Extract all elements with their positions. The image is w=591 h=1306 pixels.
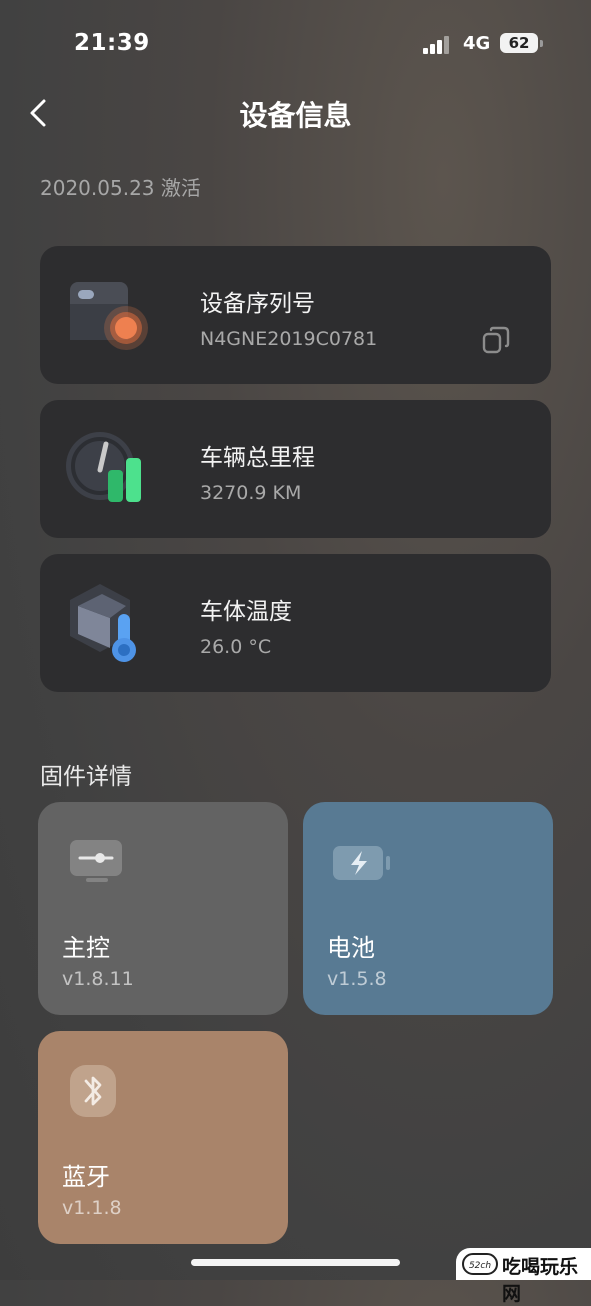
firmware-card-battery[interactable]: 电池 v1.5.8 (303, 802, 553, 1015)
watermark-text: 吃喝玩乐网 (502, 1256, 579, 1305)
temperature-value: 26.0 °C (200, 636, 272, 658)
mileage-value: 3270.9 KM (200, 482, 302, 504)
battery-tip-icon (540, 40, 543, 47)
home-indicator[interactable] (191, 1259, 400, 1266)
mileage-label: 车辆总里程 (200, 445, 315, 471)
status-bar: 21:39 4G 62 (0, 0, 591, 88)
copy-button[interactable] (480, 324, 512, 356)
network-type: 4G (463, 33, 491, 54)
firmware-name: 电池 (327, 934, 375, 962)
activation-date: 2020.05.23 激活 (40, 176, 201, 200)
firmware-version: v1.1.8 (62, 1197, 122, 1219)
thermometer-icon (70, 584, 136, 662)
watermark-badge: 52ch (462, 1253, 498, 1275)
serial-number-value: N4GNE2019C0781 (200, 328, 378, 350)
temperature-label: 车体温度 (200, 599, 292, 625)
page-title: 设备信息 (239, 99, 352, 132)
navigation-bar: 设备信息 (0, 80, 591, 146)
firmware-card-controller[interactable]: 主控 v1.8.11 (38, 802, 288, 1015)
watermark-logo: 52ch 吃喝玩乐网 (456, 1248, 591, 1305)
serial-number-label: 设备序列号 (200, 291, 315, 317)
firmware-name: 主控 (62, 934, 110, 962)
firmware-section-title: 固件详情 (40, 764, 132, 790)
serial-number-card: 设备序列号 N4GNE2019C0781 (40, 246, 551, 384)
copy-icon (482, 326, 510, 354)
firmware-version: v1.8.11 (62, 968, 134, 990)
device-icon (70, 282, 148, 350)
controller-icon (70, 840, 122, 882)
mileage-card: 车辆总里程 3270.9 KM (40, 400, 551, 538)
bluetooth-icon (70, 1065, 116, 1117)
status-time: 21:39 (74, 30, 150, 56)
odometer-icon (66, 432, 141, 502)
firmware-name: 蓝牙 (62, 1163, 110, 1191)
firmware-version: v1.5.8 (327, 968, 387, 990)
cellular-signal-icon (423, 36, 457, 54)
firmware-card-bluetooth[interactable]: 蓝牙 v1.1.8 (38, 1031, 288, 1244)
battery-level: 62 (500, 33, 538, 53)
temperature-card: 车体温度 26.0 °C (40, 554, 551, 692)
battery-icon (333, 846, 390, 880)
